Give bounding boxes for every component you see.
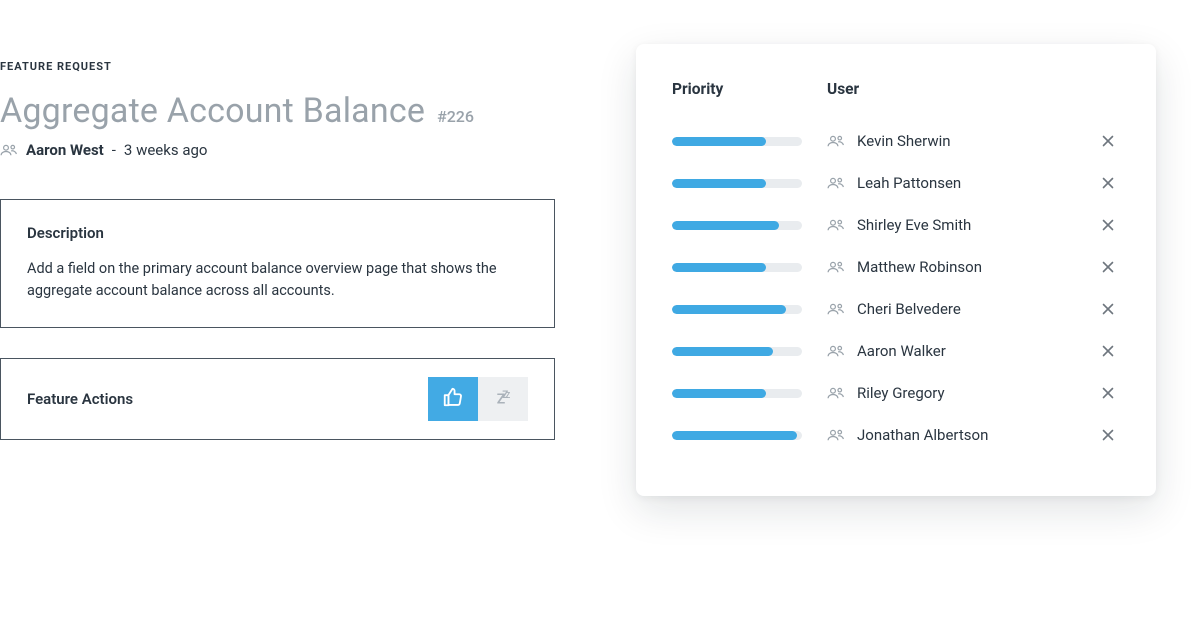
remove-user-button[interactable] [1096,258,1120,277]
user-name: Matthew Robinson [857,258,982,276]
priority-bar-fill [672,263,766,272]
priority-bar [672,305,802,314]
user-cell: Aaron Walker [827,342,1096,360]
remove-user-button[interactable] [1096,174,1120,193]
remove-user-button[interactable] [1096,384,1120,403]
user-cell: Kevin Sherwin [827,132,1096,150]
people-icon [827,218,845,232]
page-root: FEATURE REQUEST Aggregate Account Balanc… [0,0,1200,635]
thumbs-up-icon [442,386,464,412]
like-button[interactable] [428,377,478,421]
panel-rows: Kevin Sherwin Leah Pattonsen Shirley Eve S… [672,120,1120,456]
remove-user-button[interactable] [1096,342,1120,361]
panel-row: Jonathan Albertson [672,414,1120,456]
eyebrow-label: FEATURE REQUEST [0,60,555,73]
priority-bar-fill [672,389,766,398]
priority-bar-fill [672,305,786,314]
panel-header-row: Priority User [672,80,1120,98]
user-name: Jonathan Albertson [857,426,988,444]
people-icon [827,302,845,316]
panel-row: Leah Pattonsen [672,162,1120,204]
user-cell: Jonathan Albertson [827,426,1096,444]
remove-user-button[interactable] [1096,216,1120,235]
priority-bar-fill [672,221,779,230]
people-icon [0,143,18,157]
feature-actions-card: Feature Actions ZZZ [0,358,555,440]
author-name: Aaron West [26,141,104,159]
people-icon [827,428,845,442]
user-cell: Shirley Eve Smith [827,216,1096,234]
user-cell: Matthew Robinson [827,258,1096,276]
priority-bar [672,221,802,230]
panel-row: Aaron Walker [672,330,1120,372]
close-icon [1102,426,1114,445]
people-icon [827,260,845,274]
priority-cell [672,179,827,188]
user-cell: Leah Pattonsen [827,174,1096,192]
people-icon [827,134,845,148]
close-icon [1102,216,1114,235]
user-column-header: User [827,80,1120,98]
priority-cell [672,431,827,440]
people-icon [827,344,845,358]
description-body: Add a field on the primary account balan… [27,258,528,303]
priority-bar-fill [672,431,797,440]
user-name: Cheri Belvedere [857,300,961,318]
priority-bar [672,431,802,440]
description-heading: Description [27,224,528,242]
priority-cell [672,389,827,398]
people-icon [827,176,845,190]
priority-bar [672,263,802,272]
priority-cell [672,305,827,314]
priority-column-header: Priority [672,80,827,98]
user-name: Leah Pattonsen [857,174,961,192]
description-card: Description Add a field on the primary a… [0,199,555,328]
snooze-button[interactable]: ZZZ [478,377,528,421]
close-icon [1102,342,1114,361]
close-icon [1102,384,1114,403]
priority-cell [672,347,827,356]
remove-user-button[interactable] [1096,426,1120,445]
priority-cell [672,137,827,146]
panel-row: Kevin Sherwin [672,120,1120,162]
user-name: Riley Gregory [857,384,945,402]
panel-row: Matthew Robinson [672,246,1120,288]
priority-bar-fill [672,179,766,188]
priority-cell [672,263,827,272]
panel-row: Cheri Belvedere [672,288,1120,330]
user-cell: Cheri Belvedere [827,300,1096,318]
close-icon [1102,258,1114,277]
close-icon [1102,132,1114,151]
feature-title: Aggregate Account Balance [0,91,425,131]
close-icon [1102,300,1114,319]
time-ago: 3 weeks ago [124,141,208,159]
priority-user-panel: Priority User Kevin Sherwin Leah Pattonse… [636,44,1156,496]
priority-bar [672,389,802,398]
feature-left-column: FEATURE REQUEST Aggregate Account Balanc… [0,60,555,440]
snooze-icon: ZZZ [497,390,509,408]
feature-actions-heading: Feature Actions [27,390,133,408]
people-icon [827,386,845,400]
byline: Aaron West - 3 weeks ago [0,141,555,159]
priority-bar-fill [672,347,773,356]
action-button-group: ZZZ [428,377,528,421]
byline-separator: - [112,141,116,159]
priority-bar [672,179,802,188]
user-name: Aaron Walker [857,342,946,360]
panel-row: Riley Gregory [672,372,1120,414]
priority-bar-fill [672,137,766,146]
remove-user-button[interactable] [1096,132,1120,151]
title-row: Aggregate Account Balance #226 [0,91,555,131]
close-icon [1102,174,1114,193]
issue-id: #226 [437,107,474,126]
user-name: Kevin Sherwin [857,132,951,150]
user-cell: Riley Gregory [827,384,1096,402]
user-name: Shirley Eve Smith [857,216,971,234]
priority-bar [672,347,802,356]
panel-row: Shirley Eve Smith [672,204,1120,246]
remove-user-button[interactable] [1096,300,1120,319]
priority-cell [672,221,827,230]
priority-bar [672,137,802,146]
